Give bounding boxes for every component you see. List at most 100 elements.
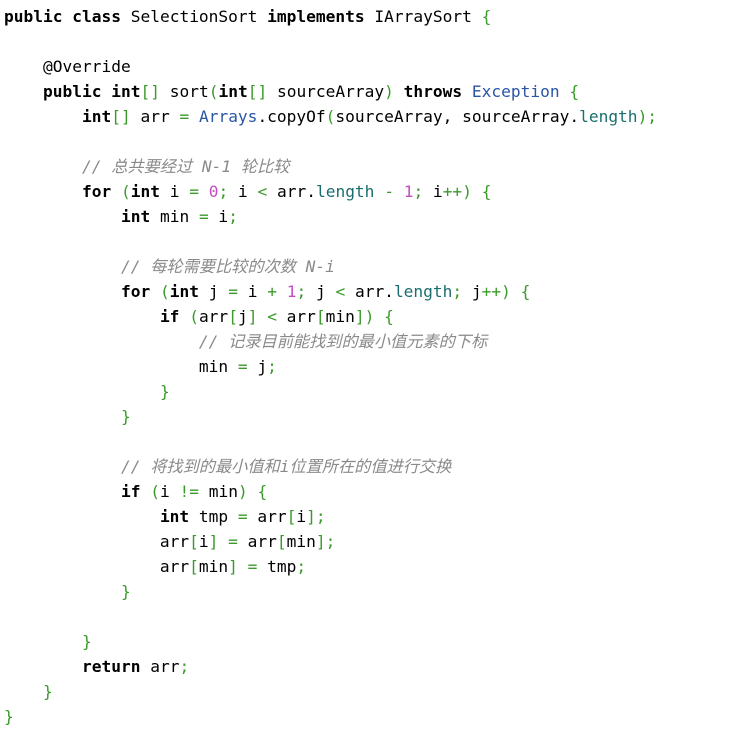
punctuation-token: )	[237, 482, 248, 501]
operator-token: <	[335, 282, 346, 301]
punctuation-token: []	[140, 82, 160, 101]
keyword-token: if	[159, 307, 180, 326]
punctuation-token: [	[228, 307, 238, 326]
keyword-token: int	[111, 82, 141, 101]
punctuation-token: ;	[413, 182, 424, 201]
code-line: return arr;	[4, 654, 657, 679]
operator-token: !=	[179, 482, 199, 501]
operator-token: =	[237, 357, 248, 376]
code-line: // 将找到的最小值和i位置所在的值进行交换	[4, 454, 657, 479]
punctuation-token: (	[325, 107, 336, 126]
code-line: int[] arr = Arrays.copyOf(sourceArray, s…	[4, 104, 657, 129]
punctuation-token: (	[120, 182, 131, 201]
code-line: }	[4, 404, 657, 429]
punctuation-token: {	[384, 307, 394, 326]
punctuation-token: ;	[296, 557, 307, 576]
code-text: sourceArray	[267, 82, 385, 101]
punctuation-token: )	[462, 182, 472, 201]
keyword-token: throws	[403, 82, 463, 101]
number-literal: 1	[286, 282, 297, 301]
code-text: i	[237, 282, 268, 301]
comment-text: // 将找到的最小值和i位置所在的值进行交换	[120, 457, 452, 476]
code-line: public int[] sort(int[] sourceArray) thr…	[4, 79, 657, 104]
code-text: .copyOf	[257, 107, 326, 126]
punctuation-token: {	[481, 7, 492, 26]
punctuation-token: }	[81, 632, 92, 651]
type-token: Arrays	[198, 107, 258, 126]
punctuation-token: ];	[315, 532, 336, 551]
punctuation-token: [	[315, 307, 326, 326]
operator-token: =	[179, 107, 190, 126]
code-text: min	[150, 207, 199, 226]
keyword-token: implements	[267, 7, 365, 26]
punctuation-token: (	[208, 82, 219, 101]
code-line: int min = i;	[4, 204, 657, 229]
keyword-token: int	[159, 507, 190, 526]
operator-token: <	[257, 182, 268, 201]
keyword-token: public	[42, 82, 102, 101]
number-literal: 1	[403, 182, 414, 201]
punctuation-token: (	[159, 282, 170, 301]
operator-token: =	[189, 182, 199, 201]
code-line: public class SelectionSort implements IA…	[4, 4, 657, 29]
keyword-token: return	[81, 657, 141, 676]
punctuation-token: }	[42, 682, 53, 701]
code-text: j	[462, 282, 482, 301]
code-text: arr	[276, 307, 316, 326]
punctuation-token: ;	[267, 357, 277, 376]
comment-text: // 每轮需要比较的次数 N-i	[120, 257, 335, 276]
punctuation-token: );	[637, 107, 658, 126]
keyword-token: for	[81, 182, 112, 201]
code-text: tmp	[257, 557, 297, 576]
code-text: sourceArray, sourceArray.	[335, 107, 580, 126]
code-text: i	[198, 532, 209, 551]
code-line: for (int j = i + 1; j < arr.length; j++)…	[4, 279, 657, 304]
code-text: j	[247, 357, 268, 376]
punctuation-token: }	[120, 407, 131, 426]
punctuation-token: {	[257, 482, 268, 501]
code-line: }	[4, 704, 657, 729]
code-line: for (int i = 0; i < arr.length - 1; i++)…	[4, 179, 657, 204]
code-line: }	[4, 629, 657, 654]
code-line: if (arr[j] < arr[min]) {	[4, 304, 657, 329]
code-block: public class SelectionSort implements IA…	[4, 4, 657, 729]
code-text: j	[237, 307, 248, 326]
code-line: arr[i] = arr[min];	[4, 529, 657, 554]
field-token: length	[393, 282, 453, 301]
punctuation-token: {	[569, 82, 580, 101]
code-text: j	[198, 282, 229, 301]
punctuation-token: []	[111, 107, 131, 126]
keyword-token: int	[81, 107, 112, 126]
code-text: i	[228, 182, 258, 201]
code-text: arr	[198, 307, 229, 326]
punctuation-token: }	[159, 382, 170, 401]
code-text: i	[296, 507, 307, 526]
code-text: arr.	[267, 182, 316, 201]
